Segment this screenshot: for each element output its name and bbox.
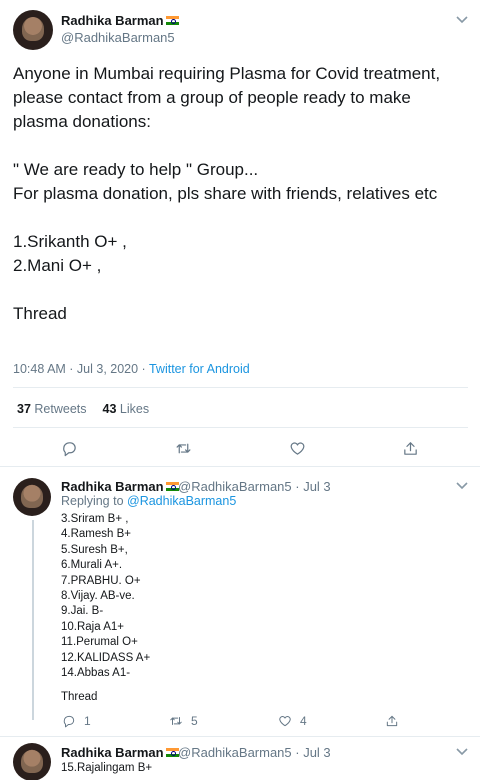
india-flag-icon <box>165 482 179 491</box>
tweet-timestamp: 10:48 AM · Jul 3, 2020 · Twitter for And… <box>13 362 250 376</box>
retweets-stat[interactable]: 37 Retweets <box>17 402 87 416</box>
chevron-down-icon[interactable] <box>454 479 470 493</box>
main-tweet: Radhika Barman @RadhikaBarman5 Anyone in… <box>0 0 480 467</box>
author-name-text[interactable]: Radhika Barman <box>61 13 164 28</box>
author-name-text[interactable]: Radhika Barman <box>61 745 164 760</box>
replying-handle-link[interactable]: @RadhikaBarman5 <box>127 494 236 508</box>
divider <box>13 427 468 428</box>
retweet-icon[interactable] <box>173 438 193 458</box>
like-count: 4 <box>300 714 307 728</box>
tweet-stats: 37 Retweets 43 Likes <box>17 402 149 416</box>
likes-stat[interactable]: 43 Likes <box>103 402 150 416</box>
author-name[interactable]: Radhika Barman <box>61 13 179 28</box>
like-icon[interactable] <box>275 711 295 731</box>
share-icon[interactable] <box>382 711 402 731</box>
retweets-label: Retweets <box>34 402 87 416</box>
tweet-text: 15.Rajalingam B+ <box>61 762 153 774</box>
timestamp-text[interactable]: 10:48 AM · Jul 3, 2020 · <box>13 362 149 376</box>
source-link[interactable]: Twitter for Android <box>149 362 250 376</box>
replying-prefix: Replying to <box>61 494 128 508</box>
avatar[interactable] <box>13 10 53 50</box>
retweets-count: 37 <box>17 402 31 416</box>
reply-count: 1 <box>84 714 91 728</box>
divider <box>13 387 468 388</box>
tweet-text: Anyone in Mumbai requiring Plasma for Co… <box>13 64 441 323</box>
reply-icon[interactable] <box>59 438 79 458</box>
author-handle[interactable]: @RadhikaBarman5 <box>61 30 175 45</box>
india-flag-icon <box>165 16 179 25</box>
india-flag-icon <box>165 748 179 757</box>
chevron-down-icon[interactable] <box>454 13 470 27</box>
replying-to: Replying to @RadhikaBarman5 <box>61 494 236 508</box>
avatar[interactable] <box>13 478 51 516</box>
avatar[interactable] <box>13 743 51 780</box>
divider <box>0 736 480 737</box>
tweet-text: 3.Sriram B+ , 4.Ramesh B+ 5.Suresh B+, 6… <box>61 513 151 680</box>
reply-icon[interactable] <box>59 711 79 731</box>
likes-count: 43 <box>102 402 117 416</box>
thread-line <box>32 520 34 720</box>
likes-label: Likes <box>119 402 150 416</box>
author-meta[interactable]: @RadhikaBarman5 · Jul 3 <box>178 745 331 760</box>
like-icon[interactable] <box>287 438 307 458</box>
chevron-down-icon[interactable] <box>454 745 470 759</box>
share-icon[interactable] <box>400 438 420 458</box>
thread-link[interactable]: Thread <box>61 691 97 703</box>
retweet-count: 5 <box>191 714 198 728</box>
author-name[interactable]: Radhika Barman <box>61 745 179 760</box>
author-name-text[interactable]: Radhika Barman <box>61 479 164 494</box>
author-meta[interactable]: @RadhikaBarman5 · Jul 3 <box>178 479 331 494</box>
retweet-icon[interactable] <box>166 711 186 731</box>
author-name[interactable]: Radhika Barman <box>61 479 179 494</box>
